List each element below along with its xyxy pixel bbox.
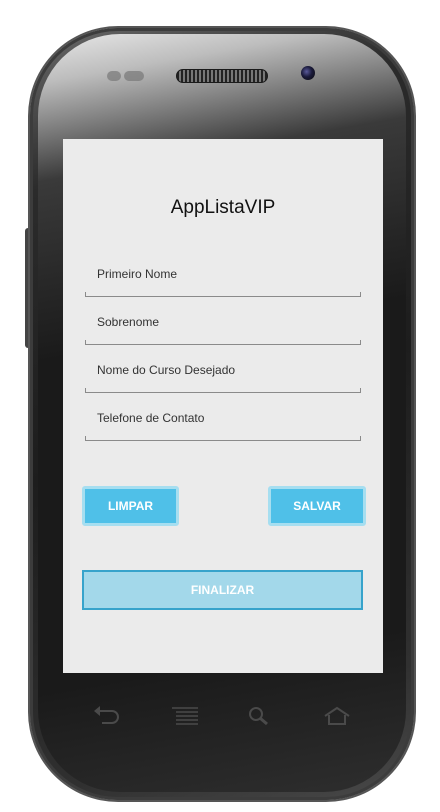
light-sensor	[124, 71, 144, 81]
menu-icon[interactable]	[169, 700, 201, 732]
phone-contact-field[interactable]: Telefone de Contato	[85, 411, 361, 441]
last-name-placeholder: Sobrenome	[97, 315, 160, 329]
phone-contact-underline	[85, 436, 361, 441]
first-name-placeholder: Primeiro Nome	[97, 267, 178, 281]
course-underline	[85, 388, 361, 393]
finish-button[interactable]: FINALIZAR	[82, 570, 363, 610]
front-camera-icon	[301, 66, 315, 80]
course-placeholder: Nome do Curso Desejado	[97, 363, 236, 377]
app-title: AppListaVIP	[170, 197, 276, 218]
last-name-underline	[85, 340, 361, 345]
first-name-underline	[85, 292, 361, 297]
back-icon[interactable]	[91, 700, 123, 732]
first-name-field[interactable]: Primeiro Nome	[85, 267, 361, 297]
course-field[interactable]: Nome do Curso Desejado	[85, 363, 361, 393]
search-icon[interactable]	[243, 700, 275, 732]
phone-contact-placeholder: Telefone de Contato	[97, 411, 205, 425]
earpiece-speaker	[176, 69, 268, 83]
home-icon[interactable]	[321, 700, 353, 732]
app-screen: AppListaVIP Primeiro Nome Sobrenome Nome…	[63, 139, 383, 673]
save-button[interactable]: SALVAR	[268, 486, 366, 526]
last-name-field[interactable]: Sobrenome	[85, 315, 361, 345]
proximity-sensor	[107, 71, 121, 81]
clear-button[interactable]: LIMPAR	[82, 486, 179, 526]
